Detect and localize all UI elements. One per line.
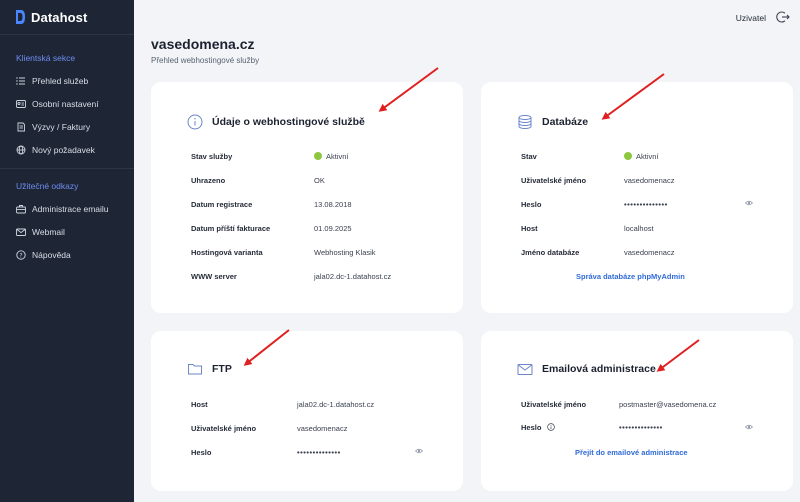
row-value: vasedomenacz bbox=[624, 248, 675, 257]
row-label: Heslo bbox=[521, 423, 555, 432]
row-value: 01.09.2025 bbox=[314, 224, 352, 233]
id-card-icon bbox=[16, 100, 26, 108]
card-header: FTP bbox=[187, 361, 232, 377]
help-icon: ? bbox=[16, 250, 26, 260]
eye-icon[interactable] bbox=[415, 448, 423, 454]
brand-name: Datahost bbox=[31, 9, 88, 25]
row-label: Uživatelské jméno bbox=[521, 400, 587, 409]
page-title: vasedomena.cz bbox=[151, 36, 255, 52]
row-label: WWW server bbox=[191, 272, 237, 281]
user-menu[interactable]: Uzivatel bbox=[736, 13, 766, 23]
row-label: Stav bbox=[521, 152, 537, 161]
row-label: Uživatelské jméno bbox=[191, 424, 257, 433]
row-label: Heslo bbox=[191, 448, 212, 457]
row-value: 13.08.2018 bbox=[314, 200, 352, 209]
row-label: Heslo bbox=[521, 200, 542, 209]
status-value: Aktivní bbox=[624, 152, 659, 161]
password-value: •••••••••••••• bbox=[624, 200, 668, 209]
eye-icon[interactable] bbox=[745, 200, 753, 206]
card-title: Databáze bbox=[542, 116, 589, 128]
logout-icon[interactable] bbox=[776, 10, 790, 24]
sidebar-item-label: Administrace emailu bbox=[32, 204, 109, 214]
row-value: Aktivní bbox=[326, 152, 349, 161]
sidebar-section-links: Užitečné odkazy bbox=[16, 181, 79, 191]
list-icon bbox=[16, 77, 25, 85]
sidebar-item-label: Osobní nastavení bbox=[32, 99, 99, 109]
brand-logo[interactable]: Datahost bbox=[14, 9, 87, 25]
envelope-icon bbox=[517, 364, 533, 375]
info-icon[interactable] bbox=[546, 423, 555, 431]
row-label: Hostingová varianta bbox=[191, 248, 263, 257]
row-label-text: Heslo bbox=[521, 423, 542, 432]
database-card: Databáze Stav Aktivní Uživatelské jméno … bbox=[481, 82, 793, 313]
row-value: Aktivní bbox=[636, 152, 659, 161]
hosting-info-card: Údaje o webhostingové službě Stav služby… bbox=[151, 82, 463, 313]
row-value: vasedomenacz bbox=[297, 424, 348, 433]
password-value: •••••••••••••• bbox=[619, 423, 663, 432]
card-title: Emailová administrace bbox=[542, 363, 656, 375]
row-label: Uhrazeno bbox=[191, 176, 226, 185]
sidebar-item-label: Přehled služeb bbox=[32, 76, 89, 86]
card-header: Údaje o webhostingové službě bbox=[187, 114, 365, 130]
sidebar-item-services[interactable]: Přehled služeb bbox=[16, 76, 88, 86]
sidebar-divider bbox=[0, 34, 134, 35]
status-dot bbox=[624, 152, 632, 160]
card-title: FTP bbox=[212, 363, 232, 375]
sidebar-item-email-admin[interactable]: Administrace emailu bbox=[16, 204, 109, 214]
row-label: Jméno databáze bbox=[521, 248, 580, 257]
row-label: Datum příští fakturace bbox=[191, 224, 271, 233]
sidebar-section-client: Klientská sekce bbox=[16, 53, 76, 63]
sidebar-item-new-request[interactable]: Nový požadavek bbox=[16, 145, 95, 155]
sidebar-item-label: Nový požadavek bbox=[32, 145, 95, 155]
phpmyadmin-link[interactable]: Správa databáze phpMyAdmin bbox=[576, 272, 685, 281]
password-value: •••••••••••••• bbox=[297, 448, 341, 457]
sidebar-item-webmail[interactable]: Webmail bbox=[16, 227, 65, 237]
sidebar-item-label: Webmail bbox=[32, 227, 65, 237]
document-icon bbox=[17, 122, 25, 132]
row-value: Webhosting Klasik bbox=[314, 248, 376, 257]
sidebar-item-label: Nápověda bbox=[32, 250, 71, 260]
sidebar-item-help[interactable]: ? Nápověda bbox=[16, 250, 71, 260]
email-admin-card: Emailová administrace Uživatelské jméno … bbox=[481, 331, 793, 491]
row-value: jala02.dc-1.datahost.cz bbox=[314, 272, 392, 281]
card-header: Emailová administrace bbox=[517, 361, 656, 377]
row-value: OK bbox=[314, 176, 325, 185]
database-icon bbox=[518, 115, 532, 129]
row-label: Stav služby bbox=[191, 152, 233, 161]
toolbox-icon bbox=[16, 205, 26, 214]
row-label: Host bbox=[521, 224, 538, 233]
row-value: localhost bbox=[624, 224, 654, 233]
row-label: Uživatelské jméno bbox=[521, 176, 587, 185]
ftp-card: FTP Host jala02.dc-1.datahost.cz Uživate… bbox=[151, 331, 463, 491]
card-title: Údaje o webhostingové službě bbox=[212, 116, 365, 128]
card-header: Databáze bbox=[517, 114, 588, 130]
eye-icon[interactable] bbox=[745, 424, 753, 430]
row-label: Host bbox=[191, 400, 208, 409]
sidebar-item-invoices[interactable]: Výzvy / Faktury bbox=[16, 122, 90, 132]
globe-icon bbox=[16, 145, 26, 155]
mail-icon bbox=[16, 228, 26, 236]
row-label: Datum registrace bbox=[191, 200, 253, 209]
row-value: vasedomenacz bbox=[624, 176, 675, 185]
row-value: jala02.dc-1.datahost.cz bbox=[297, 400, 375, 409]
email-admin-link[interactable]: Přejít do emailové administrace bbox=[575, 448, 688, 457]
sidebar-divider bbox=[0, 168, 134, 169]
sidebar-item-settings[interactable]: Osobní nastavení bbox=[16, 99, 99, 109]
svg-text:?: ? bbox=[19, 252, 22, 259]
datahost-logo-icon bbox=[16, 10, 25, 24]
status-value: Aktivní bbox=[314, 152, 349, 161]
row-value: postmaster@vasedomena.cz bbox=[619, 400, 717, 409]
page-subtitle: Přehled webhostingové služby bbox=[151, 56, 260, 65]
status-dot bbox=[314, 152, 322, 160]
folder-icon bbox=[188, 364, 202, 375]
sidebar: Datahost Klientská sekce Přehled služeb … bbox=[0, 0, 134, 502]
sidebar-item-label: Výzvy / Faktury bbox=[32, 122, 91, 132]
info-icon bbox=[187, 114, 203, 130]
